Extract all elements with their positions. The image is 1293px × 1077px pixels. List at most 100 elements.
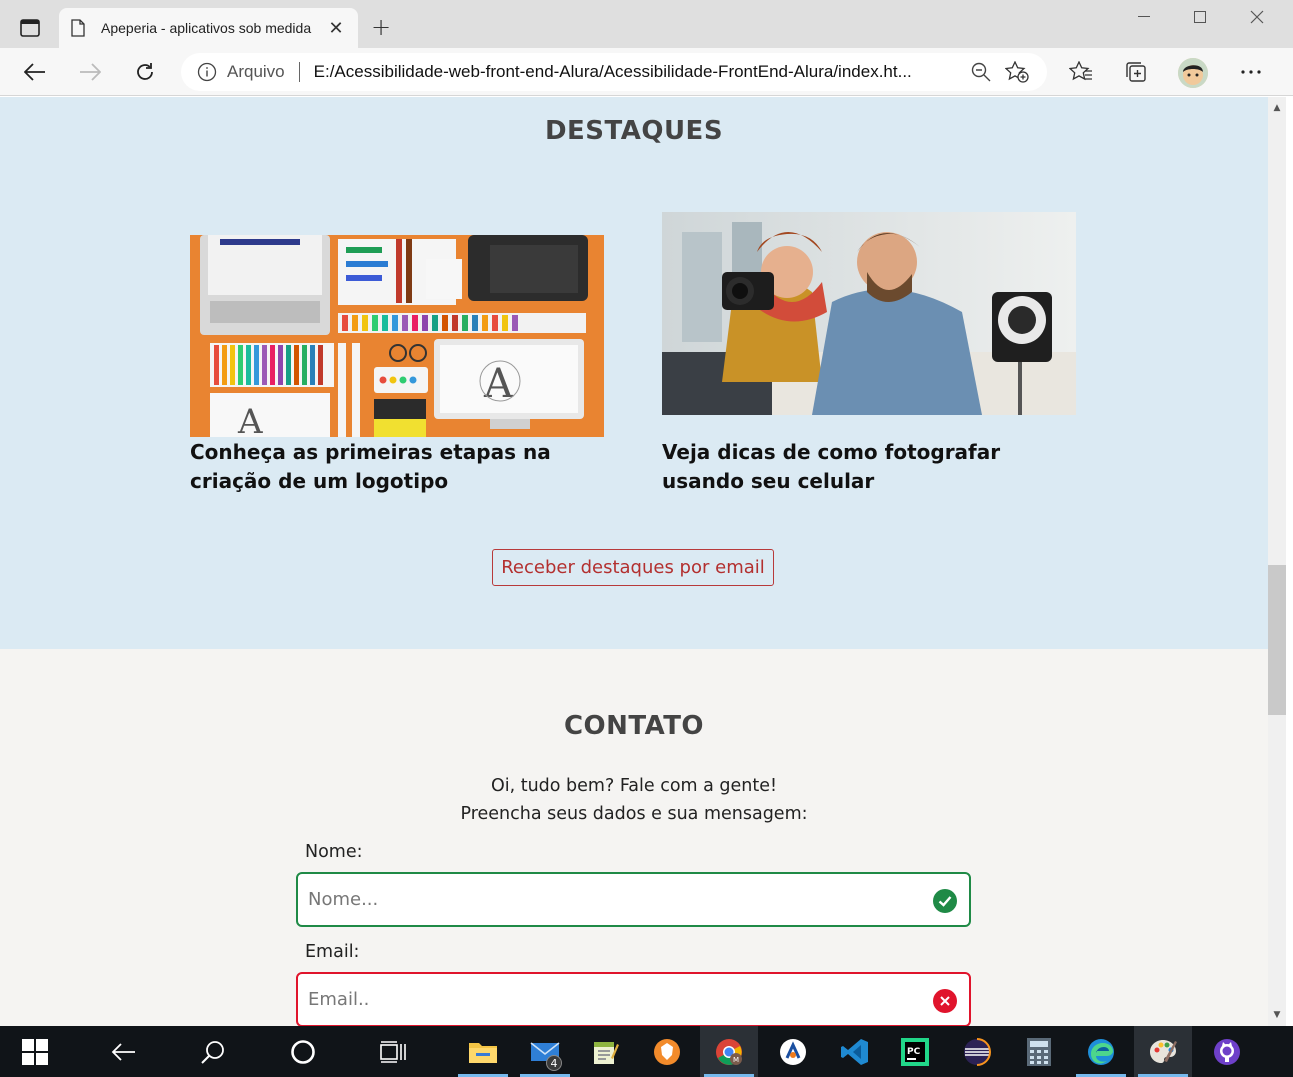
pycharm-app[interactable]: PC	[886, 1026, 944, 1077]
destaques-section: DESTAQUES A A Conheça as primeiras etapa…	[0, 97, 1268, 649]
windows-taskbar: 4 M PC	[0, 1026, 1293, 1077]
github-desktop-app[interactable]	[1198, 1026, 1256, 1077]
browser-toolbar: Arquivo E:/Acessibilidade-web-front-end-…	[0, 48, 1293, 96]
tab-actions-icon	[20, 19, 40, 37]
maximize-button[interactable]	[1172, 0, 1228, 34]
close-window-button[interactable]	[1229, 0, 1285, 34]
chrome-icon: M	[716, 1038, 742, 1065]
taskbar-search-button[interactable]	[184, 1026, 242, 1077]
cortana-icon	[291, 1039, 315, 1064]
receive-highlights-email-button[interactable]: Receber destaques por email	[492, 549, 774, 586]
search-icon	[201, 1040, 224, 1064]
card-title-fotografia[interactable]: Veja dicas de como fotografar usando seu…	[662, 438, 1082, 496]
vscode-app[interactable]	[826, 1026, 884, 1077]
minimize-icon	[1138, 16, 1150, 17]
contato-section: CONTATO Oi, tudo bem? Fale com a gente! …	[0, 649, 1268, 1026]
more-icon	[1241, 70, 1261, 74]
paint-palette-icon	[1150, 1039, 1177, 1063]
task-view-button[interactable]	[364, 1026, 422, 1077]
browser-tab-bar: Apeperia - aplicativos sob medida ✕ +	[0, 0, 1293, 48]
paint-app[interactable]	[1134, 1026, 1192, 1077]
calculator-icon	[1027, 1037, 1051, 1066]
active-tab[interactable]: Apeperia - aplicativos sob medida ✕	[59, 8, 358, 48]
back-button[interactable]	[17, 56, 53, 88]
mail-app[interactable]: 4	[516, 1026, 574, 1077]
refresh-button[interactable]	[127, 56, 163, 88]
address-scheme: Arquivo	[227, 62, 285, 81]
brave-lion-icon	[654, 1038, 680, 1065]
taskbar-back-button[interactable]	[94, 1026, 152, 1077]
maximize-icon	[1194, 11, 1206, 23]
forward-button[interactable]	[72, 56, 108, 88]
zoom-button[interactable]	[963, 56, 999, 88]
settings-more-button[interactable]	[1233, 56, 1269, 88]
back-arrow-icon	[111, 1042, 135, 1061]
arrow-left-icon	[24, 63, 45, 81]
tab-title: Apeperia - aplicativos sob medida	[101, 20, 312, 36]
task-view-icon	[380, 1040, 406, 1063]
collections-button[interactable]	[1118, 56, 1154, 88]
add-favorite-button[interactable]	[999, 56, 1035, 88]
collections-icon	[1126, 62, 1146, 82]
address-url[interactable]: E:/Acessibilidade-web-front-end-Alura/Ac…	[314, 62, 963, 82]
scroll-up-icon[interactable]: ▲	[1270, 101, 1284, 115]
contato-intro-line2: Preencha seus dados e sua mensagem:	[460, 804, 808, 824]
file-explorer-app[interactable]	[454, 1026, 512, 1077]
error-x-icon	[933, 989, 957, 1013]
start-button[interactable]	[6, 1026, 64, 1077]
name-input[interactable]	[308, 874, 908, 925]
favorites-button[interactable]	[1063, 56, 1099, 88]
refresh-icon	[137, 63, 153, 80]
pycharm-icon: PC	[901, 1037, 929, 1066]
calculator-app[interactable]	[1010, 1026, 1068, 1077]
vscode-icon	[841, 1038, 868, 1065]
star-add-icon	[1005, 61, 1029, 83]
arc-app[interactable]	[764, 1026, 822, 1077]
svg-text:M: M	[733, 1056, 739, 1064]
destaques-heading: DESTAQUES	[544, 116, 724, 146]
check-valid-icon	[933, 889, 957, 913]
arc-app-icon	[780, 1038, 806, 1065]
info-icon[interactable]	[197, 62, 217, 82]
page-viewport: DESTAQUES A A Conheça as primeiras etapa…	[0, 97, 1268, 1026]
close-tab-icon[interactable]: ✕	[326, 18, 346, 39]
windows-logo-icon	[22, 1038, 48, 1065]
email-field[interactable]	[296, 972, 971, 1026]
close-icon	[1250, 10, 1264, 24]
profile-avatar-icon	[1178, 58, 1208, 88]
name-label: Nome:	[305, 842, 363, 862]
photography-image[interactable]	[662, 212, 1076, 415]
notepad-icon	[594, 1041, 619, 1064]
scroll-down-icon[interactable]: ▼	[1270, 1008, 1284, 1022]
contato-intro-line1: Oi, tudo bem? Fale com a gente!	[490, 776, 778, 796]
profile-avatar[interactable]	[1178, 58, 1208, 88]
eclipse-icon	[964, 1037, 991, 1066]
new-tab-button[interactable]: +	[368, 13, 394, 41]
logo-design-image[interactable]: A A	[190, 235, 604, 437]
arrow-right-icon	[80, 63, 101, 81]
minimize-button[interactable]	[1116, 0, 1172, 34]
address-bar[interactable]: Arquivo E:/Acessibilidade-web-front-end-…	[181, 53, 1047, 91]
favorites-icon	[1069, 61, 1092, 81]
name-field[interactable]	[296, 872, 971, 927]
photographers-with-camera-photo	[662, 212, 1076, 415]
zoom-out-icon	[971, 62, 991, 82]
scrollbar-thumb[interactable]	[1268, 565, 1286, 715]
edge-icon	[1088, 1038, 1114, 1065]
svg-text:PC: PC	[907, 1047, 921, 1057]
edge-app[interactable]	[1072, 1026, 1130, 1077]
cortana-button[interactable]	[274, 1026, 332, 1077]
page-icon	[71, 19, 85, 37]
contato-heading: CONTATO	[563, 711, 705, 741]
eclipse-app[interactable]	[948, 1026, 1006, 1077]
card-title-logotipo[interactable]: Conheça as primeiras etapas na criação d…	[190, 438, 610, 496]
tab-actions-button[interactable]	[12, 14, 48, 42]
vertical-scrollbar[interactable]	[1268, 97, 1286, 1026]
github-icon	[1214, 1038, 1240, 1065]
folder-icon	[469, 1042, 497, 1063]
brave-browser-app[interactable]	[638, 1026, 696, 1077]
chrome-app[interactable]: M	[700, 1026, 758, 1077]
notepad-app[interactable]	[576, 1026, 634, 1077]
email-input[interactable]	[308, 974, 908, 1025]
svg-text:A: A	[237, 402, 263, 437]
